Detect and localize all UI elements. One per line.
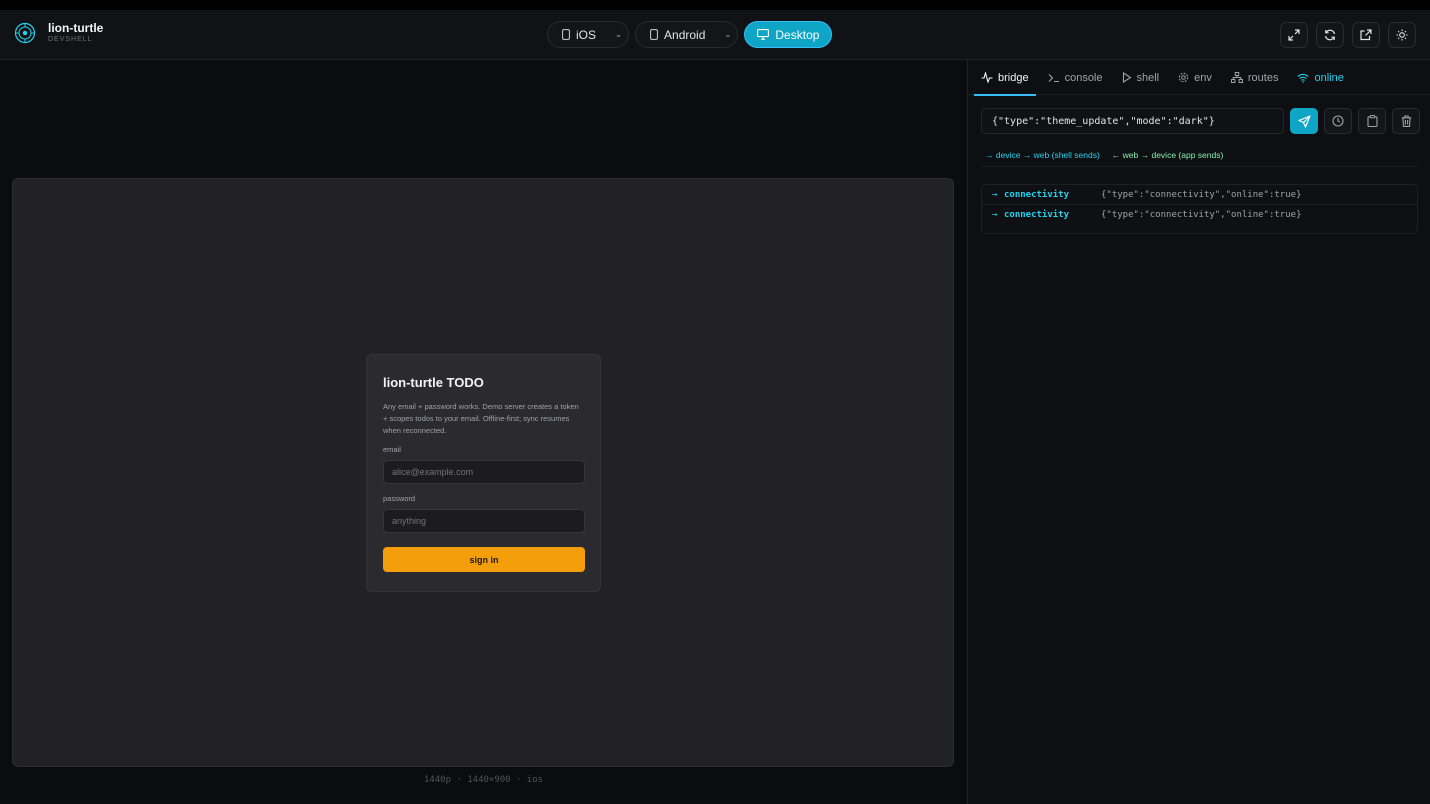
expand-icon — [1288, 29, 1300, 41]
log-type: connectivity — [1004, 210, 1070, 220]
tab-env[interactable]: env — [1171, 60, 1219, 95]
device-ios-label: iOS — [576, 27, 597, 42]
online-status-label: online — [1314, 71, 1344, 84]
play-icon — [1122, 72, 1132, 83]
tab-console[interactable]: console — [1041, 60, 1110, 95]
send-icon — [1297, 114, 1311, 128]
device-preview-area: lion-turtle TODO Any email + password wo… — [0, 60, 967, 804]
expand-button[interactable] — [1280, 22, 1308, 48]
log-direction: → — [992, 210, 998, 220]
clock-icon — [1332, 115, 1344, 127]
chevron-down-icon[interactable]: ⌄ — [608, 21, 628, 48]
clipboard-icon — [1366, 115, 1378, 127]
chevron-down-icon[interactable]: ⌄ — [717, 21, 737, 48]
device-android-button[interactable]: Android ⌄ — [635, 21, 739, 48]
log-entry[interactable]: → connectivity {"type":"connectivity","o… — [982, 185, 1417, 205]
log-type: connectivity — [1004, 189, 1070, 200]
log-entry[interactable]: → connectivity {"type":"connectivity","o… — [982, 205, 1417, 225]
top-strip — [0, 0, 1430, 10]
brand-title: lion-turtle — [48, 21, 104, 35]
tab-routes[interactable]: routes — [1224, 60, 1286, 95]
tab-console-label: console — [1064, 71, 1103, 84]
send-message-button[interactable] — [1290, 108, 1318, 134]
refresh-button[interactable] — [1316, 22, 1344, 48]
log-direction: → — [992, 189, 998, 200]
refresh-icon — [1324, 29, 1336, 41]
connection-status-online[interactable]: online — [1290, 60, 1350, 95]
tab-bridge[interactable]: bridge — [974, 60, 1036, 96]
trash-icon — [1401, 115, 1411, 127]
viewport-caption: 1440p · 1440×900 · ios — [423, 775, 544, 785]
clear-log-button[interactable] — [1392, 108, 1420, 134]
tab-env-label: env — [1194, 71, 1212, 84]
wifi-icon — [1297, 73, 1310, 83]
lion-turtle-logo-icon — [14, 22, 36, 44]
phone-icon — [562, 29, 570, 40]
tab-shell-label: shell — [1136, 71, 1160, 84]
network-icon — [1230, 72, 1243, 83]
device-desktop-button[interactable]: Desktop — [744, 21, 833, 48]
message-composer — [981, 108, 1420, 134]
direction-legend: → device → web (shell sends) ← web → dev… — [985, 150, 1223, 160]
email-input[interactable] — [383, 460, 585, 484]
bridge-message-log: → connectivity {"type":"connectivity","o… — [981, 184, 1418, 234]
brand-subtitle: DEVSHELL — [48, 36, 93, 43]
gear-icon — [1178, 72, 1189, 83]
divider — [981, 166, 1418, 167]
panel-tabs: bridge console shell env routes online — [968, 60, 1430, 96]
activity-icon — [981, 72, 993, 83]
device-viewport: lion-turtle TODO Any email + password wo… — [12, 178, 954, 767]
copy-button[interactable] — [1358, 108, 1386, 134]
tab-routes-label: routes — [1247, 71, 1279, 84]
devtools-panel: bridge console shell env routes online {… — [967, 60, 1430, 804]
login-card: lion-turtle TODO Any email + password wo… — [366, 354, 601, 592]
email-label: email — [383, 445, 401, 454]
device-selector: iOS ⌄ Android ⌄ Desktop — [547, 21, 833, 48]
bridge-message-input[interactable] — [981, 108, 1284, 134]
theme-toggle-button[interactable] — [1388, 22, 1416, 48]
tab-shell[interactable]: shell — [1115, 60, 1167, 95]
external-link-icon — [1360, 29, 1372, 41]
brand: lion-turtle DEVSHELL — [14, 22, 103, 44]
legend-incoming: ← web → device (app sends) — [1111, 150, 1224, 160]
password-label: password — [383, 494, 416, 503]
device-android-label: Android — [664, 27, 706, 42]
device-desktop-label: Desktop — [775, 27, 820, 42]
history-button[interactable] — [1324, 108, 1352, 134]
sign-in-button[interactable]: sign in — [383, 547, 585, 572]
sun-icon — [1396, 29, 1408, 41]
tab-bridge-label: bridge — [998, 71, 1029, 84]
login-title: lion-turtle TODO — [383, 375, 484, 390]
app-header: lion-turtle DEVSHELL iOS ⌄ Android ⌄ Des… — [0, 10, 1430, 60]
legend-outgoing: → device → web (shell sends) — [985, 150, 1100, 160]
terminal-icon — [1048, 73, 1059, 82]
log-payload: {"type":"connectivity","online":true} — [1101, 189, 1302, 200]
monitor-icon — [757, 29, 770, 40]
open-external-button[interactable] — [1352, 22, 1380, 48]
password-input[interactable] — [383, 509, 585, 533]
log-payload: {"type":"connectivity","online":true} — [1101, 210, 1302, 220]
login-description: Any email + password works. Demo server … — [383, 402, 579, 435]
device-ios-button[interactable]: iOS ⌄ — [547, 21, 630, 48]
phone-icon — [650, 29, 658, 40]
header-actions — [1280, 22, 1416, 48]
